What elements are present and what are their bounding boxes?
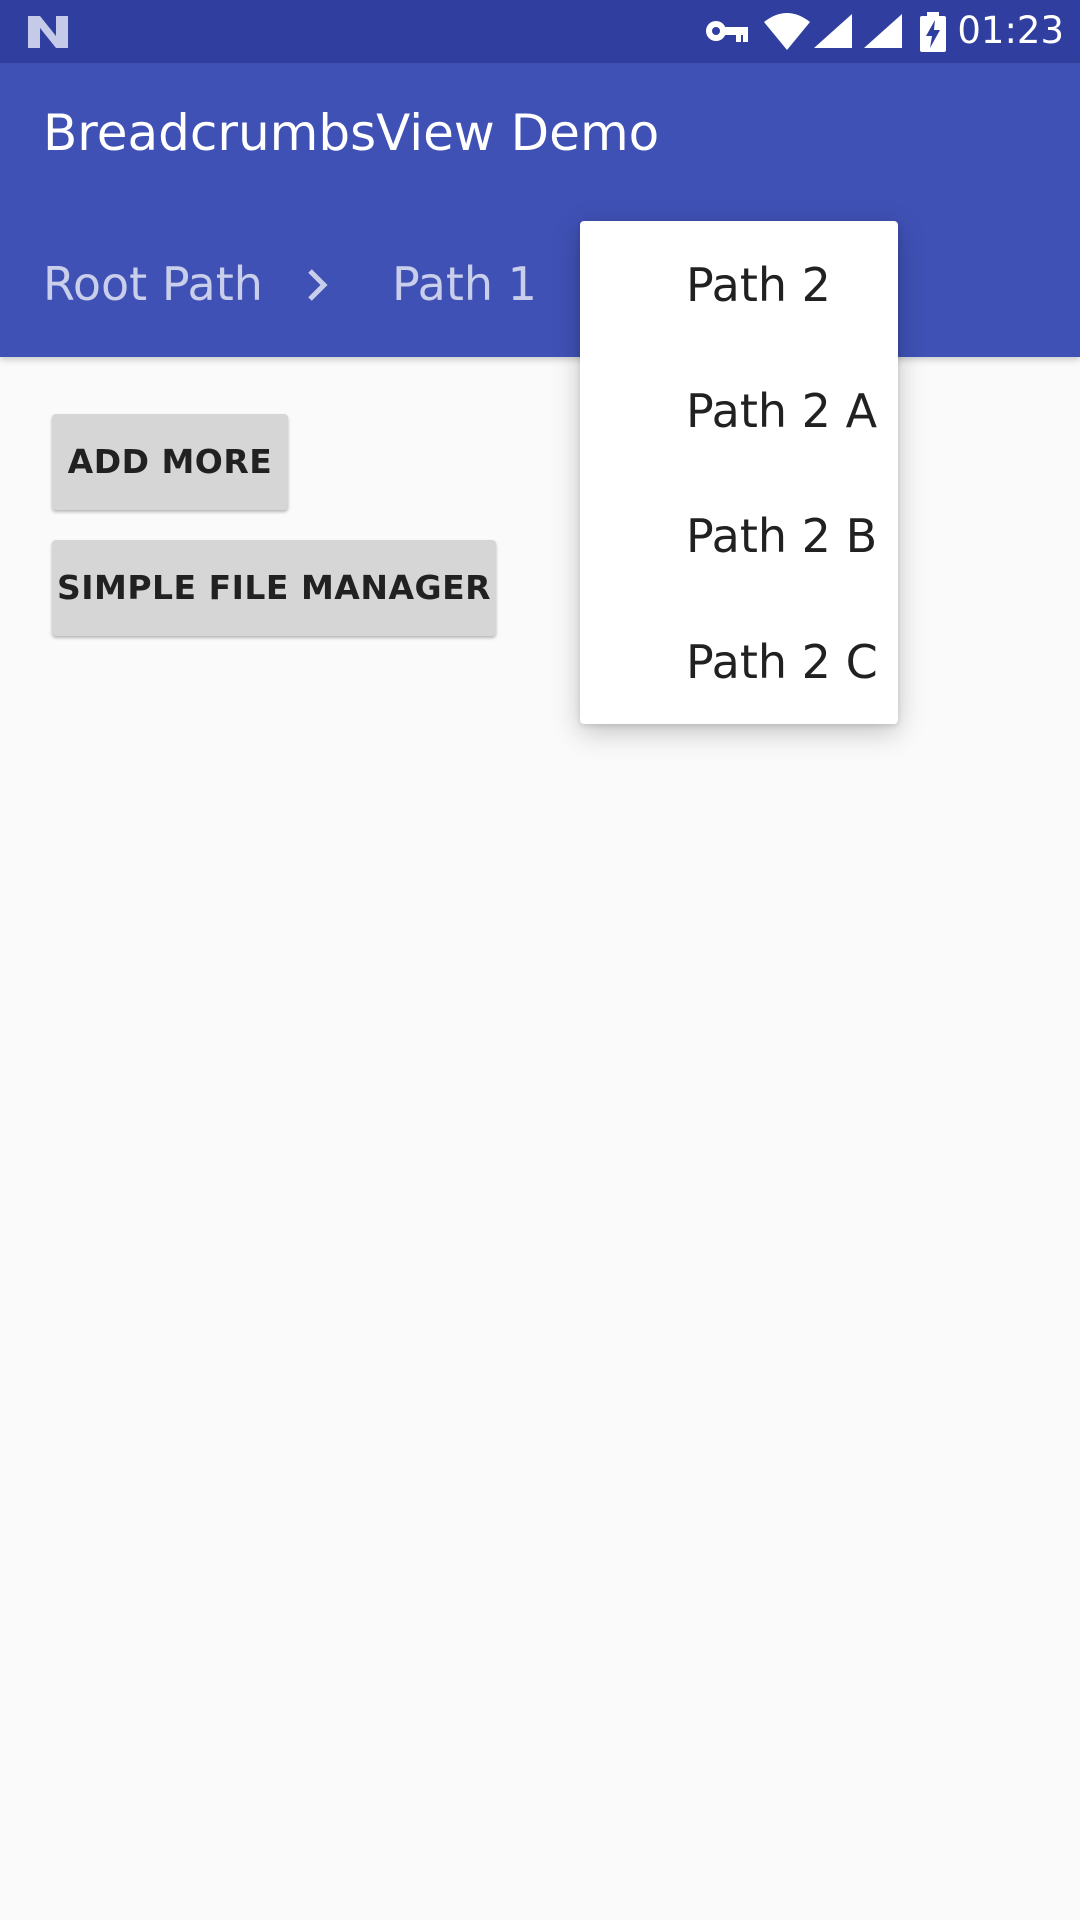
dropdown-item-path-2-a[interactable]: Path 2 A (686, 383, 877, 439)
app-title: BreadcrumbsView Demo (43, 104, 660, 162)
dropdown-item-path-2[interactable]: Path 2 (686, 257, 831, 313)
status-bar: 01:23 (0, 0, 1080, 63)
signal-icon (864, 14, 902, 48)
simple-file-manager-button[interactable]: SIMPLE FILE MANAGER (52, 540, 496, 636)
breadcrumb-dropdown-menu: Path 2 Path 2 A Path 2 B Path 2 C (580, 221, 898, 724)
app-bar: BreadcrumbsView Demo Root Path Path 1 (0, 63, 1080, 357)
chevron-right-icon (308, 269, 328, 301)
notification-n-icon (28, 16, 68, 48)
dropdown-item-path-2-c[interactable]: Path 2 C (686, 634, 878, 690)
wifi-icon (764, 13, 810, 50)
status-time: 01:23 (957, 9, 1064, 52)
breadcrumb-path-1[interactable]: Path 1 (392, 256, 537, 312)
battery-charging-icon (920, 12, 946, 52)
add-more-button[interactable]: ADD MORE (52, 414, 288, 510)
breadcrumb-root-path[interactable]: Root Path (43, 256, 263, 312)
dropdown-item-path-2-b[interactable]: Path 2 B (686, 508, 877, 564)
vpn-key-icon (706, 21, 748, 42)
signal-icon (814, 14, 852, 48)
